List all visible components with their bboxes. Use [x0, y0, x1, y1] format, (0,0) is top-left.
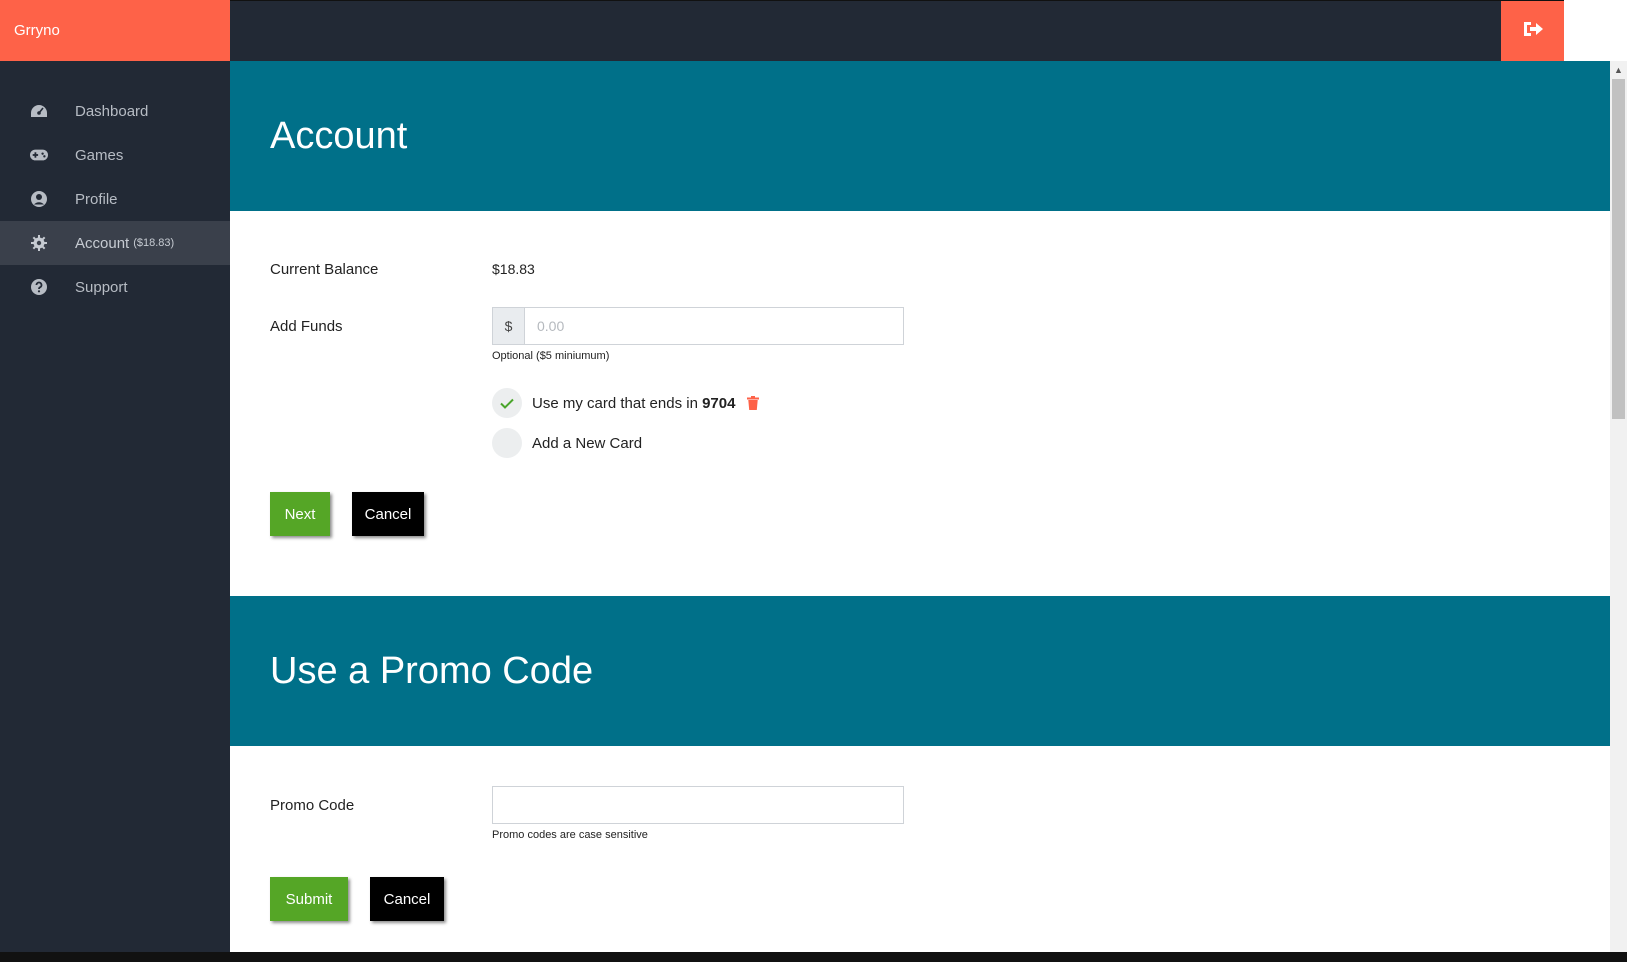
gamepad-icon [30, 146, 48, 164]
add-funds-control: $ Optional ($5 miniumum) Use my card tha… [492, 307, 904, 458]
os-taskbar [0, 952, 1627, 962]
sidebar-item-label: Support [75, 278, 128, 296]
submit-button[interactable]: Submit [270, 877, 348, 921]
sign-out-icon [1522, 19, 1544, 44]
scroll-thumb[interactable] [1612, 79, 1625, 419]
sidebar-item-label: Profile [75, 190, 118, 208]
currency-addon: $ [493, 308, 525, 344]
sidebar-item-dashboard[interactable]: Dashboard [0, 89, 230, 133]
delete-card-button[interactable] [747, 396, 760, 410]
saved-card-label: Use my card that ends in 9704 [532, 395, 735, 412]
new-card-label: Add a New Card [532, 434, 643, 452]
promo-code-label: Promo Code [270, 797, 355, 814]
brand-logo[interactable]: Grryno [0, 0, 230, 61]
trash-icon [747, 396, 760, 410]
amount-input-group: $ [492, 307, 904, 345]
add-funds-row: Add Funds $ Optional ($5 miniumum) [270, 307, 1570, 458]
scroll-up-arrow-icon[interactable]: ▲ [1610, 61, 1627, 78]
next-button[interactable]: Next [270, 492, 330, 536]
page-title: Account [270, 114, 408, 157]
sidebar-item-label: Games [75, 146, 124, 164]
sidebar-item-label: Dashboard [75, 102, 149, 120]
sidebar-item-account[interactable]: Account ($18.83) [0, 221, 230, 265]
card-last4: 9704 [702, 394, 736, 412]
question-circle-icon [30, 278, 48, 296]
cancel-button[interactable]: Cancel [352, 492, 424, 536]
promo-header: Use a Promo Code [230, 596, 1610, 746]
new-card-radio[interactable] [492, 428, 522, 458]
sidebar-item-support[interactable]: Support [0, 265, 230, 309]
brand-name: Grryno [14, 22, 60, 39]
promo-code-row: Promo Code Promo codes are case sensitiv… [270, 786, 1570, 841]
balance-label: Current Balance [270, 260, 379, 278]
balance-value: $18.83 [492, 261, 535, 277]
check-icon [500, 398, 514, 409]
saved-card-option[interactable]: Use my card that ends in 9704 [492, 388, 904, 418]
promo-code-input[interactable] [492, 786, 904, 824]
new-card-option[interactable]: Add a New Card [492, 428, 904, 458]
account-balance-badge: ($18.83) [133, 237, 175, 249]
amount-input[interactable] [525, 308, 903, 344]
saved-card-radio[interactable] [492, 388, 522, 418]
add-funds-label: Add Funds [270, 318, 343, 335]
account-form: Current Balance $18.83 Add Funds $ Optio… [230, 211, 1610, 536]
promo-code-control: Promo codes are case sensitive [492, 786, 904, 841]
sidebar-item-games[interactable]: Games [0, 133, 230, 177]
sidebar-item-label: Account [75, 234, 130, 252]
speedometer-icon [30, 102, 48, 120]
sidebar: Dashboard Games Profile Account ($18.83)… [0, 61, 230, 952]
top-bar [230, 0, 1564, 62]
gear-icon [30, 234, 48, 252]
promo-help-text: Promo codes are case sensitive [492, 829, 648, 841]
promo-buttons: Submit Cancel [270, 877, 1570, 921]
sidebar-item-profile[interactable]: Profile [0, 177, 230, 221]
logout-button[interactable] [1501, 1, 1564, 62]
main-scrollbar[interactable]: ▲ [1610, 61, 1627, 952]
main-content: Account Current Balance $18.83 Add Funds… [230, 61, 1610, 952]
balance-row: Current Balance $18.83 [270, 251, 1570, 287]
promo-cancel-button[interactable]: Cancel [370, 877, 444, 921]
promo-title: Use a Promo Code [270, 649, 594, 692]
saved-card-text: Use my card that ends in [532, 394, 698, 412]
app-root: Grryno Dashboard Games Profile Account (… [0, 0, 1627, 962]
amount-help-text: Optional ($5 miniumum) [492, 350, 610, 362]
account-header: Account [230, 61, 1610, 211]
promo-form: Promo Code Promo codes are case sensitiv… [230, 746, 1610, 921]
user-circle-icon [30, 190, 48, 208]
